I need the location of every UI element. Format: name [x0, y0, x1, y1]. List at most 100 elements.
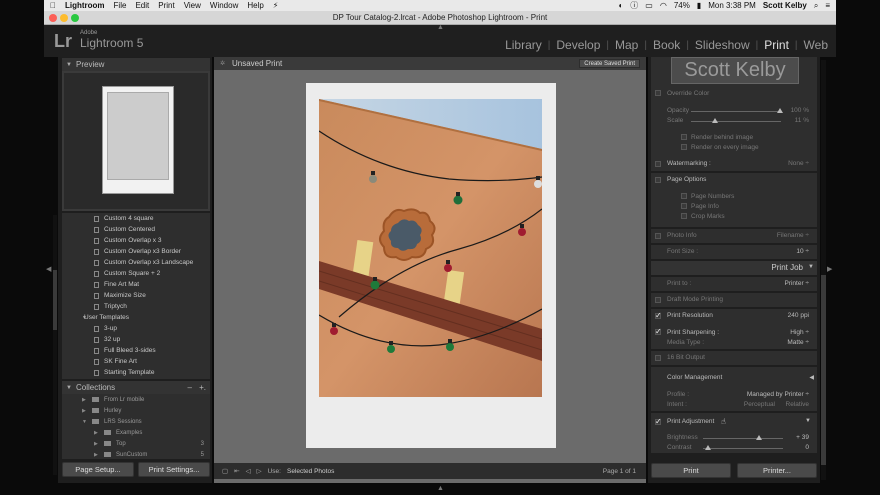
template-item[interactable]: Custom Overlap x3 Landscape: [62, 257, 210, 268]
module-slideshow[interactable]: Slideshow: [695, 38, 750, 52]
template-item[interactable]: 3-up: [62, 323, 210, 334]
top-panel-toggle-icon[interactable]: ▲: [437, 24, 444, 31]
menu-print[interactable]: Print: [158, 1, 174, 10]
prev-page-icon[interactable]: ◁: [246, 467, 251, 475]
draft-checkbox[interactable]: [655, 297, 661, 303]
add-collection-button[interactable]: +.: [199, 383, 206, 392]
brightness-slider[interactable]: [703, 438, 783, 439]
sharpening-checkbox[interactable]: [655, 327, 662, 336]
module-map[interactable]: Map: [615, 38, 638, 52]
watermark-checkbox[interactable]: [655, 161, 661, 167]
sharpening-select[interactable]: High ÷: [790, 329, 809, 336]
contrast-value[interactable]: 0: [805, 444, 809, 451]
template-item[interactable]: SK Fine Art: [62, 356, 210, 367]
template-item[interactable]: Custom Overlap x3 Border: [62, 246, 210, 257]
collection-toggle-icon[interactable]: ▶: [82, 397, 86, 403]
watermark-select[interactable]: None ÷: [788, 160, 809, 167]
collection-toggle-icon[interactable]: ▶: [94, 430, 98, 436]
template-item[interactable]: Custom Centered: [62, 224, 210, 235]
scrollbar-thumb[interactable]: [821, 275, 826, 465]
list-icon[interactable]: ≡: [825, 1, 830, 10]
override-color-checkbox[interactable]: [655, 90, 661, 96]
opacity-slider[interactable]: [691, 111, 781, 112]
contrast-slider[interactable]: [703, 448, 783, 449]
menu-edit[interactable]: Edit: [135, 1, 149, 10]
page-numbers-checkbox[interactable]: [681, 193, 687, 199]
create-saved-print-button[interactable]: Create Saved Print: [579, 59, 640, 68]
photo-info-select[interactable]: Filename ÷: [777, 232, 809, 239]
search-icon[interactable]: ⌕: [814, 1, 818, 11]
print-to-select[interactable]: Printer ÷: [784, 280, 809, 287]
module-library[interactable]: Library: [505, 38, 542, 52]
template-item[interactable]: Custom Square + 2: [62, 268, 210, 279]
template-item[interactable]: Triptych: [62, 301, 210, 312]
template-item[interactable]: Starting Template: [62, 367, 210, 378]
collections-header[interactable]: ▼ Collections – +.: [62, 381, 210, 394]
first-page-icon[interactable]: ⇤: [234, 467, 239, 475]
module-develop[interactable]: Develop: [556, 38, 600, 52]
collection-item[interactable]: ▼ LRS Sessions: [62, 416, 210, 427]
profile-select[interactable]: Managed by Printer ÷: [747, 391, 809, 398]
page-setup-button[interactable]: Page Setup...: [62, 462, 134, 477]
use-selector[interactable]: Selected Photos: [287, 468, 334, 475]
print-settings-button[interactable]: Print Settings...: [138, 462, 210, 477]
minimize-icon[interactable]: [60, 14, 68, 22]
menu-help[interactable]: Help: [247, 1, 263, 10]
scale-knob[interactable]: [712, 118, 718, 123]
collection-item[interactable]: ▶ From Lr mobile: [62, 394, 210, 405]
template-item[interactable]: Full Bleed 3-sides: [62, 345, 210, 356]
right-panel-toggle-icon[interactable]: ▶: [827, 265, 832, 273]
opacity-knob[interactable]: [777, 108, 783, 113]
left-panel-toggle-icon[interactable]: ◀: [46, 265, 51, 273]
menu-window[interactable]: Window: [210, 1, 238, 10]
scrollbar-thumb[interactable]: [53, 270, 57, 330]
collection-toggle-icon[interactable]: ▶: [94, 441, 98, 447]
menu-app[interactable]: Lightroom: [65, 1, 105, 10]
contrast-knob[interactable]: [705, 445, 711, 450]
collection-item[interactable]: ▶ Hurley: [62, 405, 210, 416]
page-info-checkbox[interactable]: [681, 203, 687, 209]
display-icon[interactable]: ▭: [645, 1, 653, 10]
bolt-icon[interactable]: ⚡: [273, 1, 279, 10]
star-icon[interactable]: ✲: [220, 60, 225, 67]
template-item[interactable]: Custom 4 square: [62, 213, 210, 224]
print-button[interactable]: Print: [651, 463, 731, 478]
collection-toggle-icon[interactable]: ▼: [82, 419, 87, 425]
next-page-icon[interactable]: ▷: [257, 467, 262, 475]
template-folder[interactable]: ▼ User Templates: [62, 312, 210, 323]
print-job-header[interactable]: Print Job ▼: [651, 261, 817, 275]
intent-perceptual[interactable]: Perceptual: [744, 401, 775, 408]
brightness-knob[interactable]: [756, 435, 762, 440]
info-icon[interactable]: ⓘ: [630, 0, 638, 11]
user-name[interactable]: Scott Kelby: [763, 1, 807, 10]
zoom-icon[interactable]: [71, 14, 79, 22]
apple-icon[interactable]: : [50, 1, 56, 10]
wifi-icon[interactable]: ◠: [660, 1, 667, 10]
stop-icon[interactable]: ▢: [222, 467, 228, 475]
collection-toggle-icon[interactable]: ▶: [82, 408, 86, 414]
clock[interactable]: Mon 3:38 PM: [708, 1, 756, 10]
font-size-select[interactable]: 10 ÷: [796, 248, 809, 255]
status-icon[interactable]: ◐: [618, 1, 623, 10]
print-adjustment-checkbox[interactable]: [655, 417, 662, 426]
module-print[interactable]: Print: [764, 38, 789, 52]
right-scrollbar[interactable]: [821, 60, 826, 480]
scale-slider[interactable]: [691, 121, 781, 122]
resolution-checkbox[interactable]: [655, 311, 662, 320]
printer-button[interactable]: Printer...: [737, 463, 817, 478]
media-type-select[interactable]: Matte ÷: [787, 339, 809, 346]
resolution-value[interactable]: 240 ppi: [788, 312, 809, 319]
crop-marks-checkbox[interactable]: [681, 213, 687, 219]
close-icon[interactable]: [49, 14, 57, 22]
template-item[interactable]: Maximize Size: [62, 290, 210, 301]
menu-view[interactable]: View: [184, 1, 201, 10]
render-behind-checkbox[interactable]: [681, 134, 687, 140]
battery-text[interactable]: 74%: [674, 1, 690, 10]
collection-item[interactable]: ▶ Examples: [62, 427, 210, 438]
template-item[interactable]: 32 up: [62, 334, 210, 345]
collection-item[interactable]: ▶ Top 3: [62, 438, 210, 449]
battery-icon[interactable]: ▮: [697, 1, 701, 10]
bit-checkbox[interactable]: [655, 355, 661, 361]
template-item[interactable]: Fine Art Mat: [62, 279, 210, 290]
photo-cell[interactable]: [319, 99, 542, 397]
